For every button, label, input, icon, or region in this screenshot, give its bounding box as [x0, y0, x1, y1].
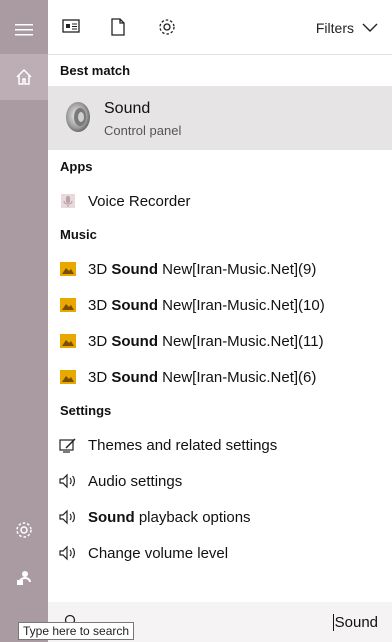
list-item-setting[interactable]: Themes and related settings: [48, 427, 392, 463]
documents-icon: [62, 19, 80, 33]
search-tooltip: Type here to search: [18, 622, 135, 640]
music-item-label: 3D Sound New[Iran-Music.Net](6): [88, 368, 317, 386]
section-header-apps: Apps: [60, 159, 93, 174]
filter-toolbar: Filters: [48, 0, 392, 55]
music-item-label: 3D Sound New[Iran-Music.Net](10): [88, 296, 325, 314]
file-icon: [111, 18, 125, 36]
list-item-music[interactable]: 3D Sound New[Iran-Music.Net](11): [48, 323, 392, 359]
setting-label: Sound playback options: [88, 508, 251, 526]
music-folder-icon: [48, 333, 88, 349]
speaker-volume-icon: [48, 545, 88, 561]
setting-label: Change volume level: [88, 544, 229, 562]
gear-icon: [16, 522, 32, 538]
feedback-icon: [17, 571, 31, 586]
list-item-music[interactable]: 3D Sound New[Iran-Music.Net](9): [48, 251, 392, 287]
left-rail: [0, 0, 48, 642]
list-item-setting[interactable]: Change volume level: [48, 535, 392, 571]
speaker-volume-icon: [48, 509, 88, 525]
setting-label: Themes and related settings: [88, 436, 278, 454]
setting-label: Audio settings: [88, 472, 183, 490]
settings-tab[interactable]: [158, 18, 176, 41]
section-header-best-match: Best match: [60, 63, 131, 78]
filters-dropdown[interactable]: Filters: [316, 20, 378, 36]
section-header-music: Music: [60, 227, 97, 242]
music-folder-icon: [48, 297, 88, 313]
home-button[interactable]: [0, 54, 48, 100]
list-item-music[interactable]: 3D Sound New[Iran-Music.Net](6): [48, 359, 392, 395]
filters-label: Filters: [315, 20, 354, 36]
search-query[interactable]: Sound: [332, 614, 378, 631]
search-results-panel: Filters Best match Sound Control panel A…: [48, 0, 392, 642]
list-item-music[interactable]: 3D Sound New[Iran-Music.Net](10): [48, 287, 392, 323]
themes-icon: [48, 437, 88, 453]
app-label: Voice Recorder: [88, 192, 191, 210]
speaker-volume-icon: [48, 473, 88, 489]
best-match-result[interactable]: Sound Control panel: [48, 86, 392, 150]
hamburger-icon: [15, 24, 33, 36]
file-tab[interactable]: [111, 18, 125, 41]
list-item-setting[interactable]: Sound playback options: [48, 499, 392, 535]
feedback-button[interactable]: [0, 554, 48, 602]
speaker-icon: [62, 100, 92, 139]
voice-recorder-icon: [48, 193, 88, 209]
best-match-title: Sound: [104, 100, 151, 117]
music-item-label: 3D Sound New[Iran-Music.Net](11): [88, 332, 324, 350]
section-header-settings: Settings: [60, 403, 112, 418]
best-match-subtitle: Control panel: [104, 123, 182, 138]
list-item-app[interactable]: Voice Recorder: [48, 183, 392, 219]
menu-button[interactable]: [0, 6, 48, 54]
settings-button[interactable]: [0, 506, 48, 554]
chevron-down-icon: [362, 23, 378, 32]
documents-tab[interactable]: [62, 18, 80, 39]
gear-icon: [159, 19, 175, 35]
music-folder-icon: [48, 369, 88, 385]
list-item-setting[interactable]: Audio settings: [48, 463, 392, 499]
music-item-label: 3D Sound New[Iran-Music.Net](9): [88, 260, 317, 278]
home-icon: [16, 68, 32, 85]
music-folder-icon: [48, 261, 88, 277]
